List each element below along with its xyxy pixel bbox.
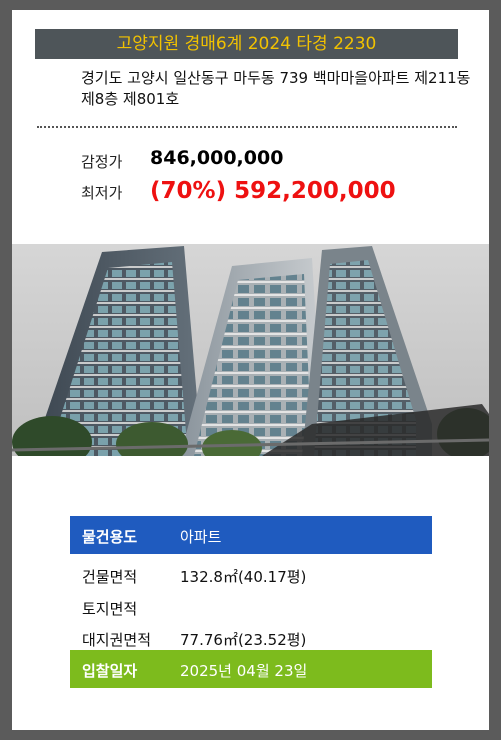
land-area-label: 토지면적 <box>82 600 138 618</box>
appraisal-value: 846,000,000 <box>150 147 284 169</box>
bid-date-value: 2025년 04월 23일 <box>180 662 308 680</box>
land-right-area-row: 대지권면적 77.76㎡(23.52평) <box>70 624 432 652</box>
property-type-label: 물건용도 <box>82 528 138 546</box>
property-type-value: 아파트 <box>180 528 222 546</box>
property-type-row: 물건용도 아파트 <box>70 516 432 554</box>
building-area-value: 132.8㎡(40.17평) <box>180 568 307 586</box>
appraisal-label: 감정가 <box>81 153 123 171</box>
apartment-building-image <box>12 244 489 456</box>
minimum-label: 최저가 <box>81 184 123 202</box>
land-right-area-label: 대지권면적 <box>82 631 152 649</box>
auction-card: 고양지원 경매6계 2024 타경 2230 경기도 고양시 일산동구 마두동 … <box>12 10 489 730</box>
bid-date-row: 입찰일자 2025년 04월 23일 <box>70 650 432 688</box>
building-area-label: 건물면적 <box>82 568 138 586</box>
building-area-row: 건물면적 132.8㎡(40.17평) <box>70 561 432 589</box>
dotted-divider <box>37 126 457 128</box>
property-address: 경기도 고양시 일산동구 마두동 739 백마마을아파트 제211동 제8층 제… <box>81 69 471 108</box>
court-case-title: 고양지원 경매6계 2024 타경 2230 <box>35 29 458 59</box>
bid-date-label: 입찰일자 <box>82 662 138 680</box>
land-right-area-value: 77.76㎡(23.52평) <box>180 631 307 649</box>
minimum-value: (70%) 592,200,000 <box>150 178 396 204</box>
land-area-row: 토지면적 <box>70 593 432 621</box>
property-photo <box>12 244 489 456</box>
